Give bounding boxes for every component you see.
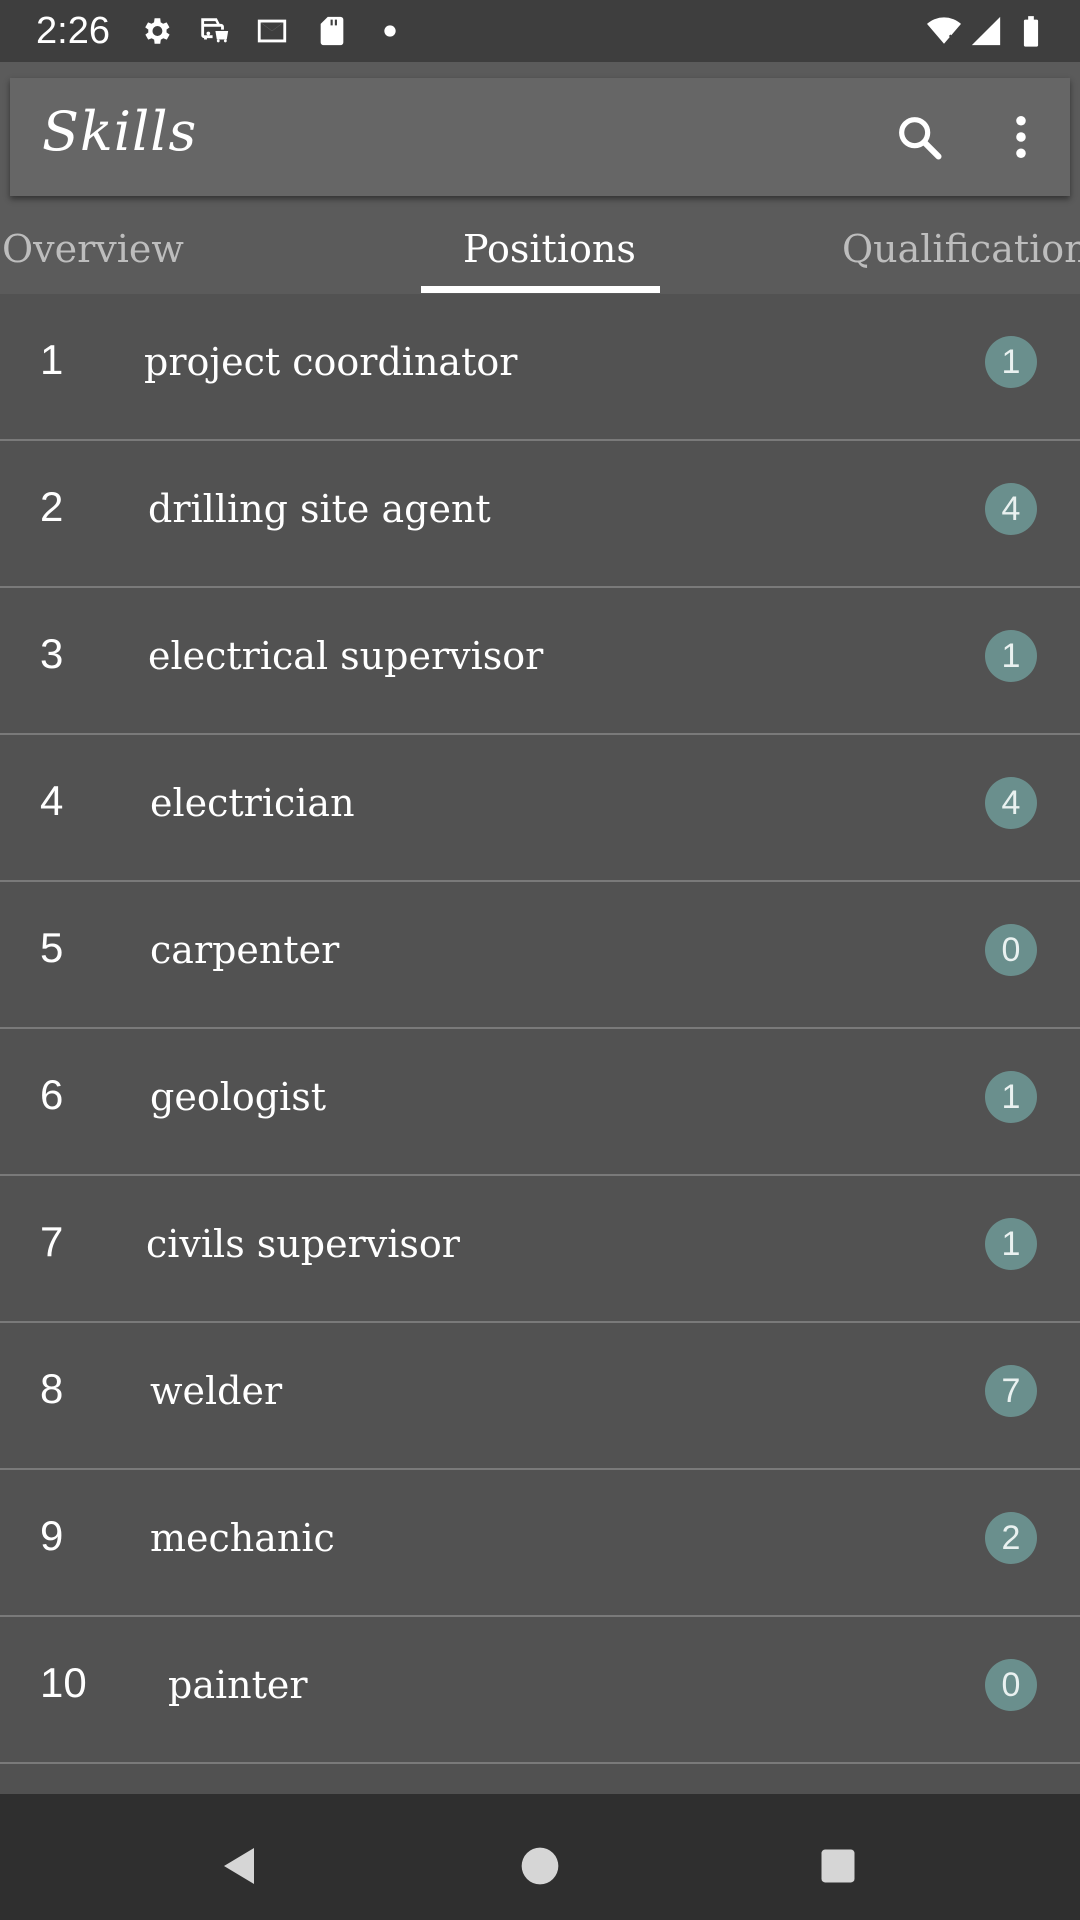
item-name: welder (150, 1369, 283, 1413)
back-button[interactable] (210, 1836, 270, 1896)
count-badge: 1 (985, 630, 1037, 682)
positions-list: 1 project coordinator 1 2 drilling site … (0, 294, 1080, 1911)
item-number: 4 (40, 777, 64, 824)
search-button[interactable] (886, 104, 952, 170)
item-name: geologist (150, 1075, 326, 1119)
tab-bar: Overview Positions Qualifications (0, 212, 1080, 294)
count-badge: 0 (985, 924, 1037, 976)
recents-icon (821, 1849, 855, 1883)
item-number: 1 (40, 336, 64, 383)
settings-icon (138, 14, 174, 48)
count-badge: 4 (985, 777, 1037, 829)
item-name: electrical supervisor (148, 634, 544, 678)
wifi-icon (922, 14, 966, 48)
item-number: 3 (40, 630, 64, 677)
more-vert-icon (1016, 115, 1026, 159)
recents-button[interactable] (808, 1836, 868, 1896)
status-bar: 2:26 (0, 0, 1080, 62)
count-badge: 7 (985, 1365, 1037, 1417)
item-number: 5 (40, 924, 64, 971)
item-name: electrician (150, 781, 355, 825)
tab-qualifications[interactable]: Qualifications (842, 212, 1080, 294)
item-number: 10 (40, 1659, 87, 1706)
item-name: project coordinator (144, 340, 518, 384)
item-number: 2 (40, 483, 64, 530)
list-item[interactable]: 9 mechanic 2 (0, 1470, 1080, 1617)
back-icon (224, 1848, 254, 1884)
item-name: mechanic (150, 1516, 335, 1560)
list-item[interactable]: 6 geologist 1 (0, 1029, 1080, 1176)
item-name: drilling site agent (148, 487, 491, 531)
tab-overview[interactable]: Overview (2, 212, 184, 294)
home-button[interactable] (510, 1836, 570, 1896)
list-item[interactable]: 7 civils supervisor 1 (0, 1176, 1080, 1323)
list-item[interactable]: 4 electrician 4 (0, 735, 1080, 882)
gmail-icon (254, 14, 290, 48)
list-item[interactable]: 2 drilling site agent 4 (0, 441, 1080, 588)
item-name: painter (168, 1663, 308, 1707)
count-badge: 2 (985, 1512, 1037, 1564)
dot-icon (372, 14, 408, 48)
home-icon (521, 1847, 559, 1885)
item-name: civils supervisor (146, 1222, 460, 1266)
count-badge: 1 (985, 1071, 1037, 1123)
status-time: 2:26 (36, 10, 110, 52)
count-badge: 1 (985, 336, 1037, 388)
battery-icon (1014, 14, 1048, 48)
app-bar: Skills (10, 78, 1070, 196)
list-item[interactable]: 5 carpenter 0 (0, 882, 1080, 1029)
list-item[interactable]: 10 painter 0 (0, 1617, 1080, 1764)
list-item[interactable]: 3 electrical supervisor 1 (0, 588, 1080, 735)
tab-positions[interactable]: Positions (463, 212, 636, 294)
count-badge: 0 (985, 1659, 1037, 1711)
list-item[interactable]: 8 welder 7 (0, 1323, 1080, 1470)
list-item[interactable]: 1 project coordinator 1 (0, 294, 1080, 441)
item-number: 7 (40, 1218, 64, 1265)
item-number: 8 (40, 1365, 64, 1412)
item-number: 9 (40, 1512, 64, 1559)
signal-icon (968, 14, 1004, 48)
car-icon (196, 14, 232, 48)
item-number: 6 (40, 1071, 64, 1118)
count-badge: 4 (985, 483, 1037, 535)
search-icon (899, 117, 942, 160)
tab-indicator (421, 286, 660, 293)
count-badge: 1 (985, 1218, 1037, 1270)
item-name: carpenter (150, 928, 340, 972)
app-title: Skills (42, 100, 198, 163)
more-options-button[interactable] (988, 104, 1054, 170)
sd-card-icon (314, 14, 350, 48)
